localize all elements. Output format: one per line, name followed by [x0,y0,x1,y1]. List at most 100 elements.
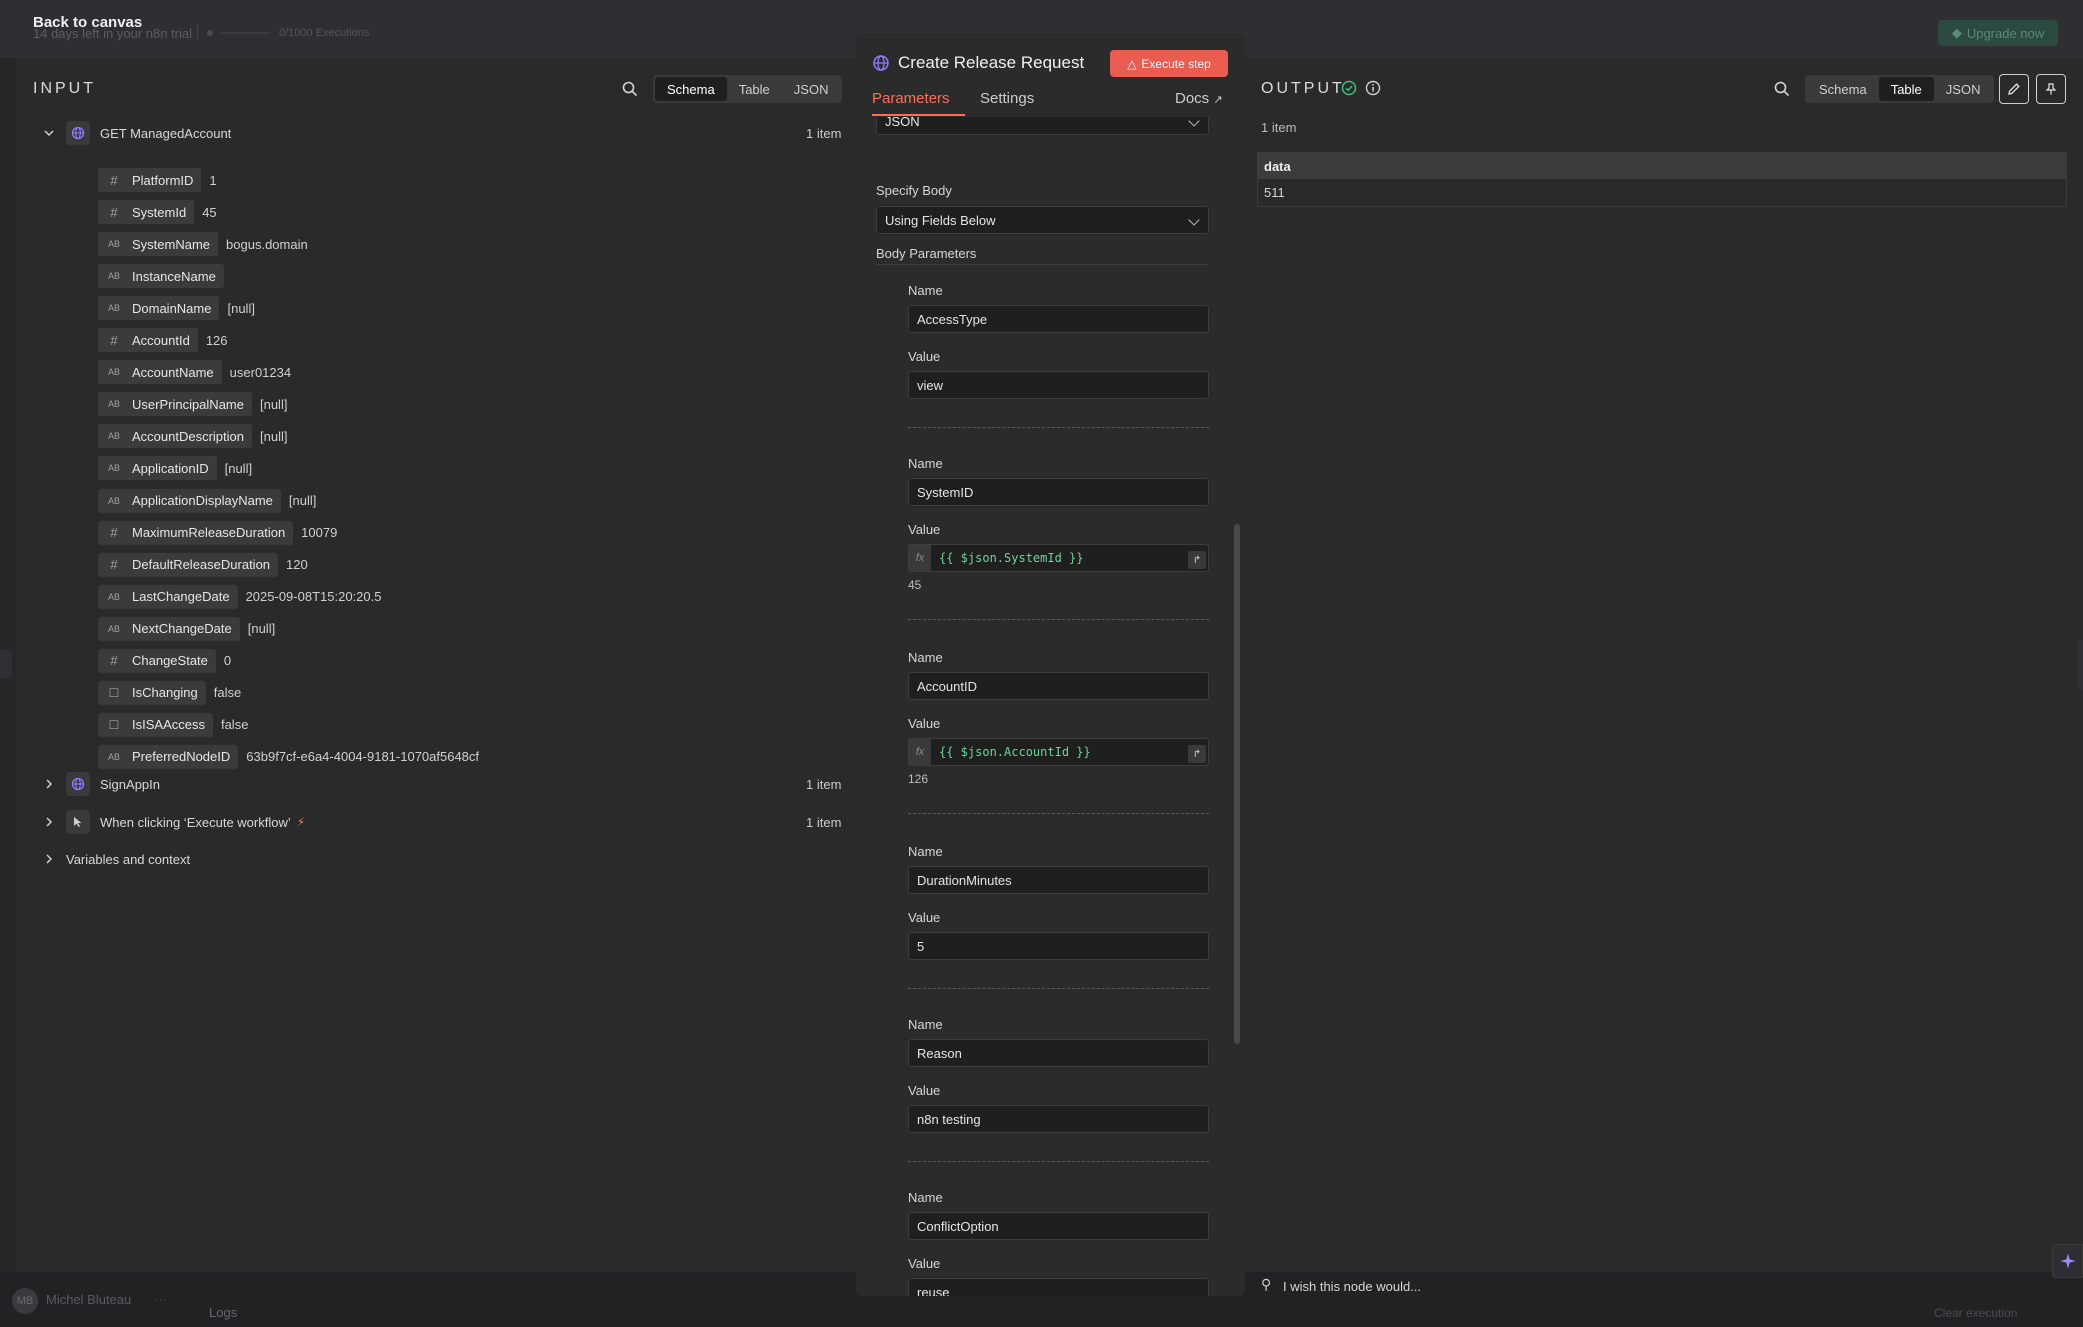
param-value-input[interactable]: view [908,371,1209,399]
param-value: reuse [917,1284,950,1297]
ai-assistant-button[interactable] [2052,1244,2083,1278]
schema-field: AB NextChangeDate [null] [98,616,275,641]
logs-label[interactable]: Logs [209,1305,237,1320]
field-value: [null] [224,460,253,476]
output-tab-schema[interactable]: Schema [1807,77,1879,101]
field-value: 0 [223,653,232,669]
table-cell[interactable]: 511 [1258,179,2066,206]
open-editor-icon[interactable]: ↱ [1188,745,1206,763]
param-name-input[interactable]: DurationMinutes [908,866,1209,894]
panel-drag-handle[interactable] [0,650,12,678]
chevron-down-icon [1188,214,1200,226]
feedback-prompt[interactable]: I wish this node would... [1283,1279,1421,1294]
avatar[interactable]: MB [12,1288,38,1314]
pin-data-button[interactable] [2036,74,2066,104]
field-value: [null] [288,493,317,508]
field-pill[interactable]: AB LastChangeDate [98,584,238,609]
active-tab-indicator [872,114,965,116]
field-pill[interactable]: # PlatformID [98,168,202,192]
tab-settings[interactable]: Settings [980,90,1034,107]
schema-field: AB UserPrincipalName [null] [98,392,287,417]
node-row-manual-trigger[interactable]: When clicking ‘Execute workflow’ ⚡ [42,810,305,834]
param-expression-input[interactable]: fx {{ $json.AccountId }} ↱ [908,738,1209,766]
field-name: SystemName [132,236,211,252]
param-value-input[interactable]: 5 [908,932,1209,960]
node-row-signappin[interactable]: SignAppIn [42,772,160,796]
field-pill[interactable]: AB ApplicationID [98,456,217,481]
docs-label: Docs [1175,90,1210,107]
field-value: 2025-09-08T15:20:20.5 [245,589,382,605]
param-name-input[interactable]: Reason [908,1039,1209,1067]
search-icon[interactable] [1773,80,1791,98]
execute-step-button[interactable]: △ Execute step [1110,50,1228,77]
parameters-scroll-area: JSON Specify Body Using Fields Below Bod… [856,117,1245,1296]
input-tab-schema[interactable]: Schema [655,77,727,101]
field-pill[interactable]: # MaximumReleaseDuration [98,520,294,545]
param-value: view [917,377,944,393]
info-icon[interactable] [1365,80,1381,96]
chevron-right-icon[interactable] [42,815,56,829]
node-row-get-managedaccount[interactable]: GET ManagedAccount [42,121,231,145]
output-item-count: 1 item [1261,120,1297,135]
string-type-icon: AB [107,751,120,762]
param-value: 5 [917,938,925,954]
input-panel: INPUT Schema Table JSON GET ManagedAccou… [16,58,858,1272]
expression-result: 126 [908,772,929,786]
node-title[interactable]: Create Release Request [898,53,1084,73]
param-name-input[interactable]: SystemID [908,478,1209,506]
param-value-input[interactable]: n8n testing [908,1105,1209,1133]
variables-label: Variables and context [66,851,191,867]
field-pill[interactable]: ☐ IsChanging [98,680,206,705]
docs-link[interactable]: Docs ↗ [1175,90,1223,107]
upgrade-button[interactable]: ◆ Upgrade now [1938,20,2058,46]
specify-body-select[interactable]: Using Fields Below [876,206,1209,234]
param-name-input[interactable]: AccountID [908,672,1209,700]
tab-parameters[interactable]: Parameters [872,90,950,107]
schema-field: # MaximumReleaseDuration 10079 [98,520,337,545]
output-tab-table[interactable]: Table [1878,77,1934,101]
field-pill[interactable]: AB InstanceName [98,264,224,289]
field-pill[interactable]: AB ApplicationDisplayName [98,488,281,513]
field-pill[interactable]: AB UserPrincipalName [98,392,252,417]
field-pill[interactable]: AB SystemName [98,232,219,257]
specify-body-label: Specify Body [876,183,952,198]
user-name: Michel Bluteau [46,1292,132,1307]
field-pill[interactable]: AB NextChangeDate [98,616,240,641]
input-tab-table[interactable]: Table [727,77,782,101]
body-content-type-select[interactable]: JSON [876,117,1209,135]
input-tab-json[interactable]: JSON [782,77,841,101]
clear-execution-button[interactable]: Clear execution [1934,1306,2017,1320]
edit-output-button[interactable] [1999,74,2029,104]
field-pill[interactable]: # SystemId [98,200,195,225]
chevron-down-icon[interactable] [42,126,56,140]
search-icon[interactable] [621,80,639,98]
output-tab-json[interactable]: JSON [1934,77,1993,101]
chevron-right-icon[interactable] [42,777,56,791]
param-name-input[interactable]: ConflictOption [908,1212,1209,1240]
field-pill[interactable]: # ChangeState [98,648,216,673]
chevron-right-icon[interactable] [42,852,56,866]
executions-count: 0/1000 Executions [279,27,370,39]
variables-and-context-row[interactable]: Variables and context [42,847,190,871]
field-value: false [220,717,249,733]
field-name: MaximumReleaseDuration [132,525,286,541]
scrollbar[interactable] [1234,524,1240,1044]
select-value: Using Fields Below [885,212,996,228]
back-to-canvas-link[interactable]: Back to canvas [33,14,142,31]
node-name: When clicking ‘Execute workflow’ [100,814,291,830]
param-expression-input[interactable]: fx {{ $json.SystemId }} ↱ [908,544,1209,572]
field-pill[interactable]: AB AccountDescription [98,424,252,449]
item-count: 1 item [806,777,842,792]
field-pill[interactable]: AB AccountName [98,360,222,385]
field-pill[interactable]: AB DomainName [98,296,220,321]
param-name-input[interactable]: AccessType [908,305,1209,333]
field-pill[interactable]: # AccountId [98,328,198,353]
panel-drag-handle[interactable] [2077,640,2083,690]
more-icon[interactable]: ··· [154,1292,167,1307]
field-pill[interactable]: AB PreferredNodeID [98,744,239,769]
open-editor-icon[interactable]: ↱ [1188,551,1206,569]
field-name: AccountId [132,332,190,348]
param-value-input[interactable]: reuse [908,1278,1209,1296]
field-pill[interactable]: # DefaultReleaseDuration [98,552,279,577]
field-pill[interactable]: ☐ IsISAAccess [98,712,213,737]
